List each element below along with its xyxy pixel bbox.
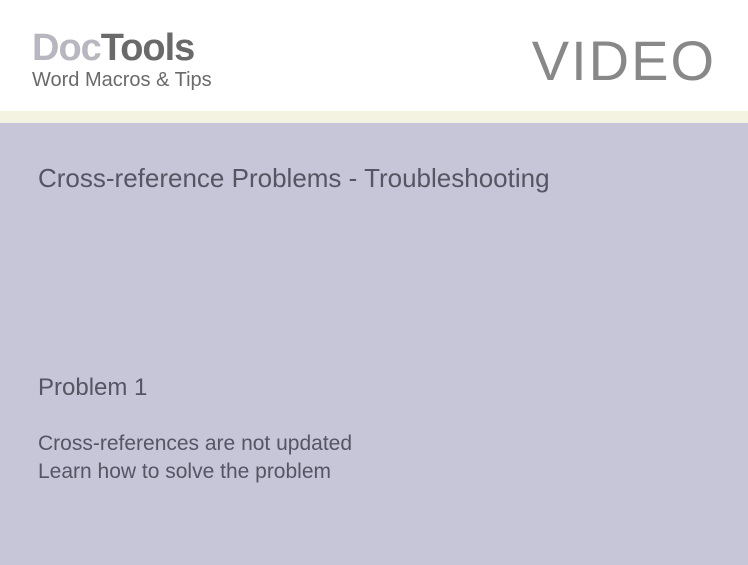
logo-part-tools: Tools: [101, 27, 195, 69]
video-label: VIDEO: [532, 28, 716, 93]
problem-line-1: Cross-references are not updated: [38, 430, 710, 458]
logo-title: DocTools: [32, 29, 212, 67]
logo-block: DocTools Word Macros & Tips: [32, 29, 212, 92]
header: DocTools Word Macros & Tips VIDEO: [0, 0, 748, 111]
problem-line-2: Learn how to solve the problem: [38, 458, 710, 486]
problem-description: Cross-references are not updated Learn h…: [38, 430, 710, 487]
logo-part-doc: Doc: [32, 27, 101, 69]
logo-subtitle: Word Macros & Tips: [32, 69, 212, 92]
divider: [0, 111, 748, 123]
page-title: Cross-reference Problems - Troubleshooti…: [38, 163, 710, 194]
content-area: Cross-reference Problems - Troubleshooti…: [0, 123, 748, 565]
problem-heading: Problem 1: [38, 374, 710, 402]
